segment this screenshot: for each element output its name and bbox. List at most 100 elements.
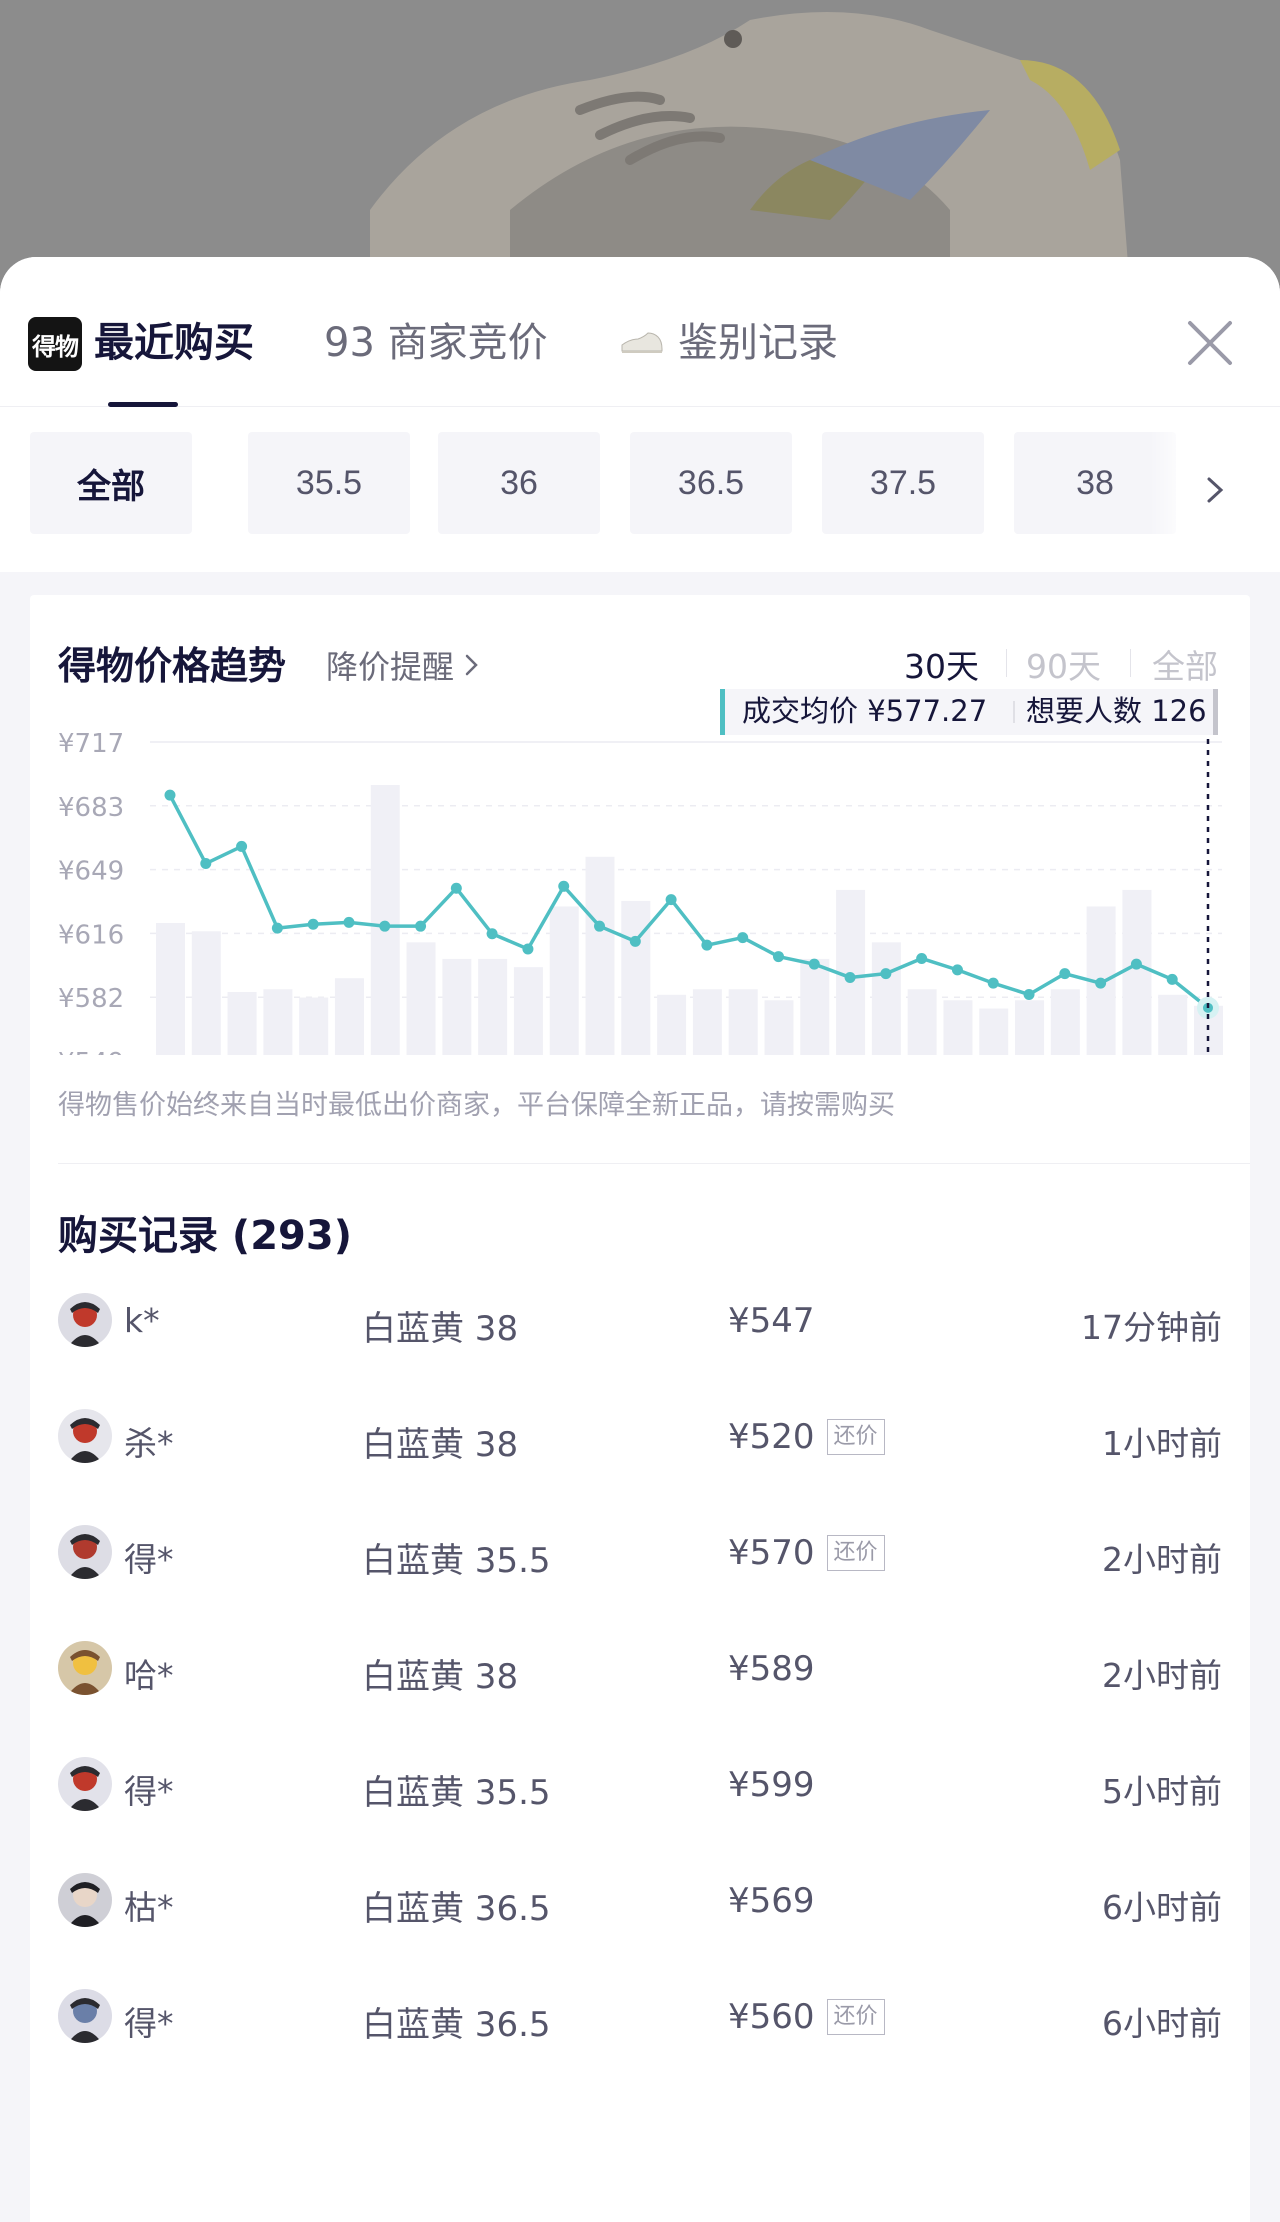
volume-bar bbox=[156, 923, 185, 1055]
price-point bbox=[307, 918, 319, 930]
purchase-price: ¥520 bbox=[728, 1417, 815, 1457]
buyer-name: 得* bbox=[124, 2004, 174, 2043]
size-chip-36[interactable]: 36 bbox=[438, 432, 600, 534]
size-scroll-right[interactable] bbox=[1150, 407, 1280, 572]
volume-bar bbox=[1158, 994, 1188, 1055]
avatar-image bbox=[58, 1989, 112, 2043]
section-divider bbox=[58, 1163, 1250, 1164]
price-trend-chart[interactable]: ¥717 ¥683 ¥649 ¥616 ¥582 ¥549 成交均价 ¥577.27 想要人数… bbox=[30, 595, 1250, 1055]
volume-bar bbox=[1015, 1000, 1045, 1055]
price-point bbox=[1130, 958, 1142, 970]
purchase-price: ¥569 bbox=[728, 1881, 815, 1921]
purchase-records-title: 购买记录 (293) bbox=[58, 1213, 352, 1259]
tooltip-accent-right bbox=[1213, 689, 1218, 735]
purchase-price-cell: ¥599 bbox=[728, 1765, 815, 1805]
avatar[interactable] bbox=[58, 1989, 112, 2043]
tab-authentication-records[interactable]: 鉴别记录 bbox=[620, 315, 838, 371]
y-axis-tick-label: ¥549 bbox=[58, 1048, 124, 1055]
volume-bar bbox=[406, 942, 436, 1055]
price-line bbox=[168, 794, 1210, 1010]
purchase-record-row: 杀* 白蓝黄 38 ¥520 还价 1小时前 bbox=[30, 1401, 1250, 1481]
volume-bar bbox=[764, 1000, 794, 1055]
purchase-record-row: k* 白蓝黄 38 ¥547 17分钟前 bbox=[30, 1285, 1250, 1365]
volume-bar bbox=[334, 978, 364, 1055]
bargain-badge: 还价 bbox=[826, 1535, 885, 1571]
purchase-record-row: 得* 白蓝黄 36.5 ¥560 还价 6小时前 bbox=[30, 1981, 1250, 2061]
price-point bbox=[1166, 973, 1178, 985]
volume-bar bbox=[442, 958, 472, 1055]
volume-bar bbox=[513, 967, 543, 1055]
y-axis-tick-label: ¥649 bbox=[58, 857, 124, 887]
purchase-price-cell: ¥547 bbox=[728, 1301, 815, 1341]
purchase-variant: 白蓝黄 36.5 bbox=[362, 1889, 551, 1929]
purchase-time: 2小时前 bbox=[1102, 1656, 1222, 1695]
buyer-name: 哈* bbox=[124, 1656, 174, 1695]
volume-bar bbox=[621, 900, 651, 1055]
tab-bar: 得物 最近购买 93 商家竞价 鉴别记录 bbox=[0, 257, 1280, 407]
avatar[interactable] bbox=[58, 1293, 112, 1347]
price-point bbox=[164, 789, 176, 801]
price-point bbox=[450, 882, 462, 894]
purchase-price: ¥547 bbox=[728, 1301, 815, 1341]
price-point bbox=[343, 916, 355, 928]
avatar[interactable] bbox=[58, 1757, 112, 1811]
price-point bbox=[200, 858, 212, 870]
purchase-variant: 白蓝黄 35.5 bbox=[362, 1773, 551, 1813]
volume-bar bbox=[800, 958, 830, 1055]
price-point bbox=[1059, 968, 1071, 980]
buyer-name: 枯* bbox=[124, 1888, 174, 1927]
price-point bbox=[844, 971, 856, 983]
price-point bbox=[951, 964, 963, 976]
purchase-variant: 白蓝黄 36.5 bbox=[362, 2005, 551, 2045]
price-point bbox=[1095, 977, 1107, 989]
volume-bar bbox=[657, 994, 687, 1055]
purchase-price: ¥570 bbox=[728, 1533, 815, 1573]
purchase-time: 2小时前 bbox=[1102, 1540, 1222, 1579]
price-point bbox=[737, 932, 749, 944]
purchase-variant: 白蓝黄 35.5 bbox=[362, 1541, 551, 1581]
volume-bar bbox=[871, 942, 901, 1055]
tab-authentication-label: 鉴别记录 bbox=[678, 320, 838, 366]
tab-merchant-bids[interactable]: 93 商家竞价 bbox=[324, 315, 548, 371]
recent-purchases-sheet: 得物 最近购买 93 商家竞价 鉴别记录 全部 35.5 36 36.5 37.… bbox=[0, 257, 1280, 2222]
size-chip-35-5[interactable]: 35.5 bbox=[248, 432, 410, 534]
volume-bar bbox=[585, 856, 615, 1055]
volume-bar bbox=[478, 958, 508, 1055]
size-chip-37-5[interactable]: 37.5 bbox=[822, 432, 984, 534]
buyer-name: 得* bbox=[124, 1772, 174, 1811]
price-point bbox=[665, 894, 677, 906]
purchase-record-row: 枯* 白蓝黄 36.5 ¥569 6小时前 bbox=[30, 1865, 1250, 1945]
volume-bar bbox=[191, 931, 221, 1055]
avatar-image bbox=[58, 1641, 112, 1695]
avatar-image bbox=[58, 1293, 112, 1347]
purchase-time: 1小时前 bbox=[1102, 1424, 1222, 1463]
price-point bbox=[415, 920, 427, 932]
purchase-price-cell: ¥520 还价 bbox=[728, 1417, 885, 1457]
size-chip-all[interactable]: 全部 bbox=[30, 432, 192, 534]
brand-logo: 得物 bbox=[28, 317, 82, 371]
tab-recent-purchases[interactable]: 最近购买 bbox=[94, 315, 254, 371]
volume-bar bbox=[1050, 989, 1080, 1055]
price-point bbox=[1023, 989, 1035, 1001]
volume-bar bbox=[1122, 889, 1152, 1055]
purchase-time: 6小时前 bbox=[1102, 2004, 1222, 2043]
avatar[interactable] bbox=[58, 1641, 112, 1695]
avatar[interactable] bbox=[58, 1525, 112, 1579]
price-point bbox=[594, 920, 606, 932]
purchase-price: ¥599 bbox=[728, 1765, 815, 1805]
price-point bbox=[558, 880, 570, 892]
avatar-image bbox=[58, 1409, 112, 1463]
volume-bar bbox=[227, 992, 257, 1055]
price-point bbox=[987, 977, 999, 989]
product-image-area bbox=[0, 0, 1280, 300]
purchase-price: ¥589 bbox=[728, 1649, 815, 1689]
avatar[interactable] bbox=[58, 1409, 112, 1463]
size-chip-36-5[interactable]: 36.5 bbox=[630, 432, 792, 534]
volume-bar bbox=[549, 906, 579, 1055]
brand-logo-text: 得物 bbox=[32, 332, 79, 361]
price-point bbox=[772, 951, 784, 963]
close-icon[interactable] bbox=[1184, 317, 1236, 369]
y-axis-tick-label: ¥717 bbox=[58, 729, 124, 759]
purchase-price-cell: ¥560 还价 bbox=[728, 1997, 885, 2037]
avatar[interactable] bbox=[58, 1873, 112, 1927]
